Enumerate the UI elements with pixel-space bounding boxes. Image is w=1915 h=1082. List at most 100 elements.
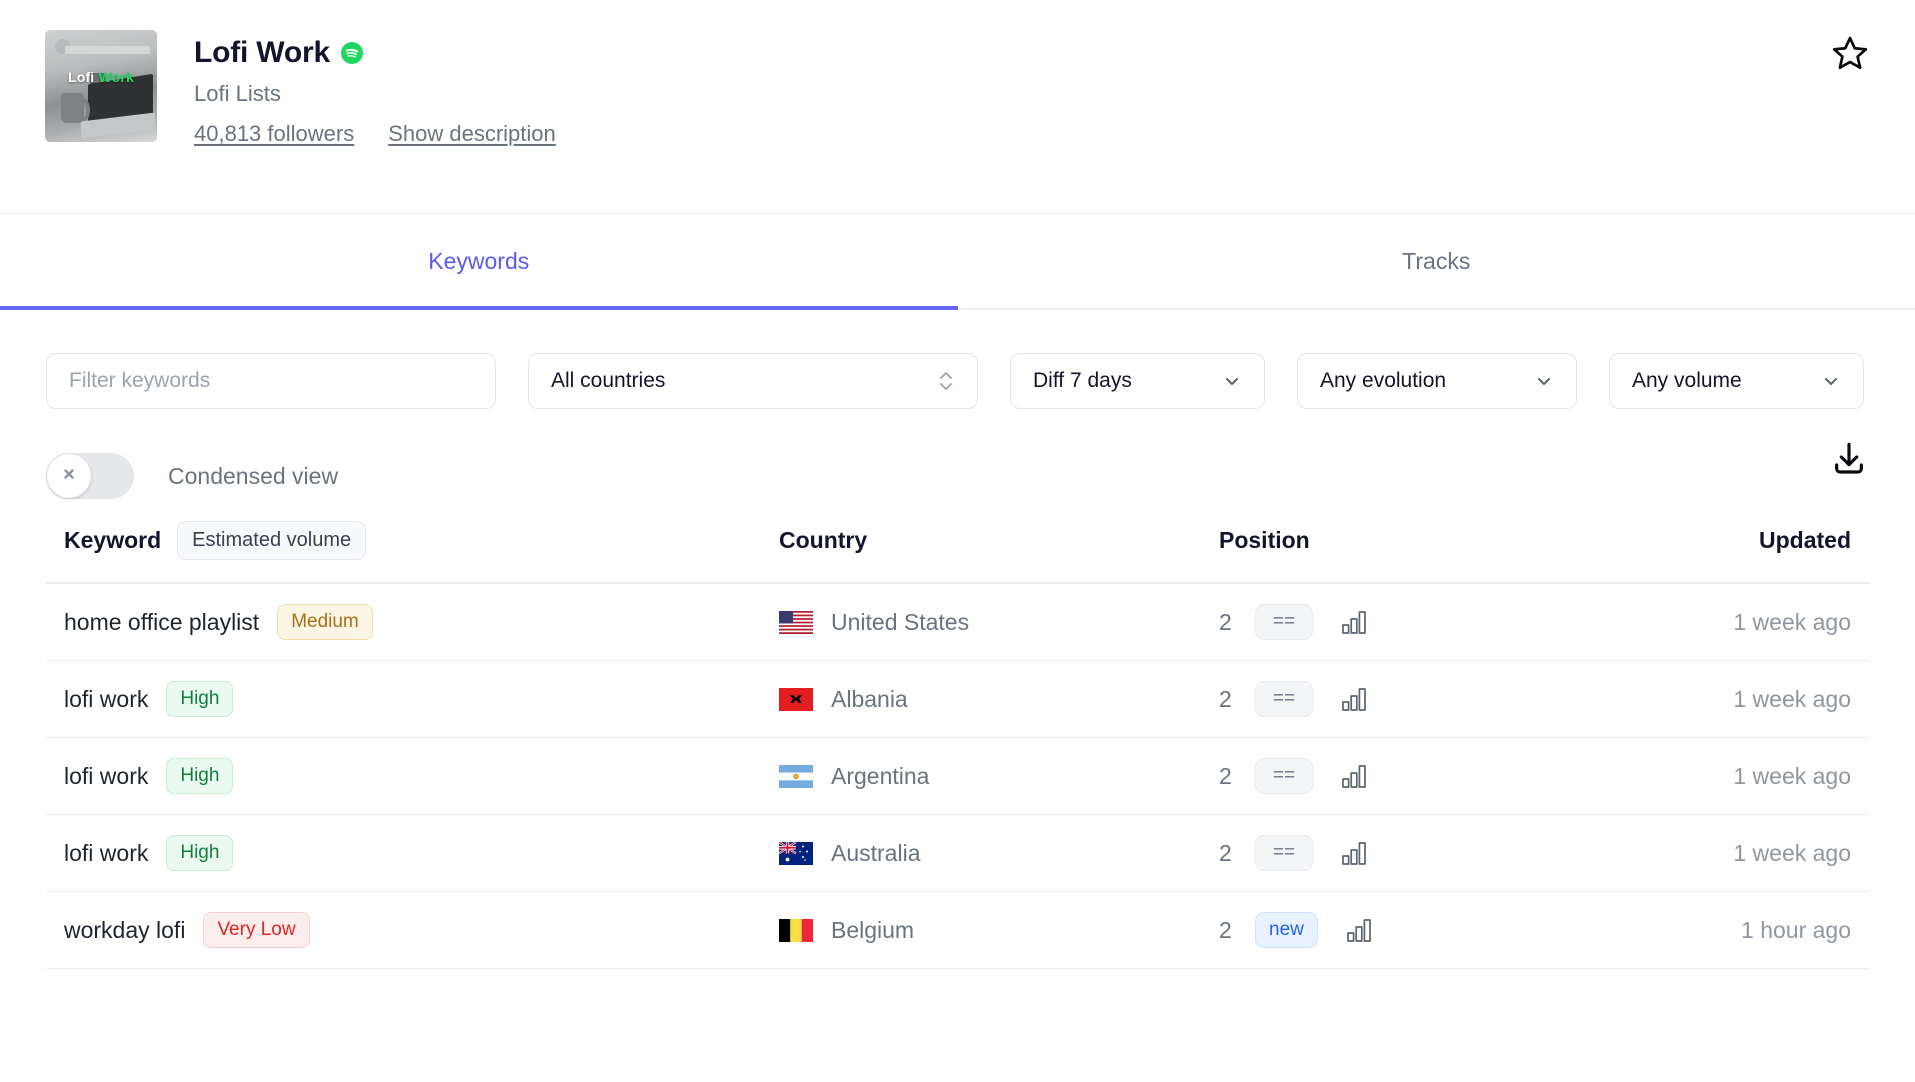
keyword-text: lofi work xyxy=(64,762,149,789)
position-number: 2 xyxy=(1219,916,1232,943)
cover-decor-mug xyxy=(60,92,90,123)
bar-chart-icon[interactable] xyxy=(1341,840,1369,866)
position-cell: 2 == xyxy=(1219,603,1619,641)
country-cell: Australia xyxy=(778,840,1219,867)
bar-chart-icon[interactable] xyxy=(1346,917,1374,943)
evolution-select[interactable]: Any evolution xyxy=(1297,353,1577,409)
keyword-cell: lofi work High xyxy=(64,835,779,871)
table-row[interactable]: lofi work High Albania 2 == 1 week ago xyxy=(46,661,1869,738)
volume-select-value: Any volume xyxy=(1632,369,1742,392)
evolution-badge: == xyxy=(1255,757,1313,795)
show-description-link[interactable]: Show description xyxy=(388,121,556,147)
bar-chart-icon[interactable] xyxy=(1341,763,1369,789)
evolution-badge: == xyxy=(1255,834,1313,872)
tab-tracks[interactable]: Tracks xyxy=(958,214,1915,308)
bar-chart-icon[interactable] xyxy=(1341,686,1369,712)
diff-period-select[interactable]: Diff 7 days xyxy=(1010,353,1265,409)
position-number: 2 xyxy=(1219,608,1232,635)
cover-art-label: Lofi Work xyxy=(45,69,157,85)
volume-badge: Medium xyxy=(277,604,373,640)
evolution-select-value: Any evolution xyxy=(1320,369,1447,392)
evolution-badge: == xyxy=(1255,603,1313,641)
spotify-icon xyxy=(340,41,363,64)
position-cell: 2 == xyxy=(1219,680,1619,718)
column-header-position[interactable]: Position xyxy=(1219,527,1619,554)
country-flag-icon xyxy=(779,687,813,711)
keyword-text: lofi work xyxy=(64,839,149,866)
volume-badge: High xyxy=(166,681,234,717)
estimated-volume-badge[interactable]: Estimated volume xyxy=(177,521,367,560)
country-flag-icon xyxy=(778,840,813,865)
toggle-knob xyxy=(47,454,91,498)
country-select-value: All countries xyxy=(551,369,666,392)
tab-keywords-label: Keywords xyxy=(428,247,530,274)
country-flag-icon xyxy=(779,610,813,634)
evolution-badge: == xyxy=(1255,680,1313,718)
condensed-view-toggle[interactable] xyxy=(46,453,134,499)
evolution-badge: new xyxy=(1255,911,1318,949)
playlist-cover-art: Lofi Work xyxy=(45,30,157,142)
download-button[interactable] xyxy=(1827,439,1871,483)
position-number: 2 xyxy=(1219,839,1232,866)
volume-badge: Very Low xyxy=(203,912,310,948)
tab-tracks-label: Tracks xyxy=(1402,247,1471,274)
keyword-filter-input[interactable] xyxy=(46,353,496,409)
country-name: United States xyxy=(831,608,970,635)
chevron-down-icon xyxy=(1821,371,1841,391)
country-cell: Argentina xyxy=(779,763,1219,790)
followers-link[interactable]: 40,813 followers xyxy=(194,121,354,147)
table-row[interactable]: lofi work High Australia 2 == 1 week ago xyxy=(46,815,1869,892)
cover-art-label-part1: Lofi xyxy=(67,69,95,86)
chevron-updown-icon xyxy=(937,368,955,394)
country-cell: Belgium xyxy=(779,917,1219,944)
keyword-text: lofi work xyxy=(64,685,149,712)
updated-cell: 1 week ago xyxy=(1733,762,1851,789)
playlist-header: Lofi Work Lofi Work Lofi Lists 40,813 fo… xyxy=(0,0,1915,214)
country-name: Belgium xyxy=(831,916,915,943)
position-cell: 2 new xyxy=(1219,911,1619,949)
column-header-keyword: Keyword Estimated volume xyxy=(64,521,779,560)
condensed-view-label: Condensed view xyxy=(168,462,339,489)
diff-period-value: Diff 7 days xyxy=(1033,369,1132,392)
country-cell: United States xyxy=(779,609,1219,636)
bar-chart-icon[interactable] xyxy=(1341,609,1369,635)
keyword-text: workday lofi xyxy=(64,916,186,943)
column-header-updated[interactable]: Updated xyxy=(1619,527,1851,554)
table-row[interactable]: workday lofi Very Low Belgium 2 new 1 hour ag… xyxy=(46,892,1869,969)
updated-cell: 1 week ago xyxy=(1733,839,1851,866)
updated-cell: 1 week ago xyxy=(1733,608,1851,635)
chevron-down-icon xyxy=(1222,371,1242,391)
updated-cell: 1 hour ago xyxy=(1741,916,1851,943)
chevron-down-icon xyxy=(1534,371,1554,391)
tab-bar: Keywords Tracks xyxy=(0,214,1915,310)
table-row[interactable]: home office playlist Medium United States 2… xyxy=(46,584,1869,661)
playlist-header-links: 40,813 followers Show description xyxy=(194,121,556,147)
position-number: 2 xyxy=(1219,762,1232,789)
playlist-owner: Lofi Lists xyxy=(194,81,281,106)
playlist-title-row: Lofi Work xyxy=(194,36,556,69)
country-select[interactable]: All countries xyxy=(528,353,978,409)
position-number: 2 xyxy=(1219,685,1232,712)
keyword-cell: workday lofi Very Low xyxy=(64,912,779,948)
updated-cell: 1 week ago xyxy=(1733,685,1851,712)
country-name: Argentina xyxy=(831,762,930,789)
column-header-country[interactable]: Country xyxy=(779,527,1219,554)
table-row[interactable]: lofi work High Argentina 2 == 1 week ago xyxy=(46,738,1869,815)
table-header-row: Keyword Estimated volume Country Positio… xyxy=(46,521,1869,584)
volume-select[interactable]: Any volume xyxy=(1609,353,1864,409)
position-cell: 2 == xyxy=(1219,834,1619,872)
tab-keywords[interactable]: Keywords xyxy=(0,214,958,310)
page-title: Lofi Work xyxy=(194,36,330,69)
filter-bar: All countries Diff 7 days Any evolution … xyxy=(0,310,1915,409)
keyword-cell: home office playlist Medium xyxy=(64,604,779,640)
country-flag-icon xyxy=(779,764,813,788)
country-name: Albania xyxy=(831,685,908,712)
position-cell: 2 == xyxy=(1219,757,1619,795)
country-flag-icon xyxy=(779,918,813,942)
download-icon xyxy=(1829,439,1869,484)
column-header-keyword-label: Keyword xyxy=(64,527,162,553)
volume-badge: High xyxy=(166,835,234,871)
favorite-star-button[interactable] xyxy=(1829,34,1871,76)
table-body: home office playlist Medium United States 2… xyxy=(46,584,1869,969)
country-cell: Albania xyxy=(779,686,1219,713)
